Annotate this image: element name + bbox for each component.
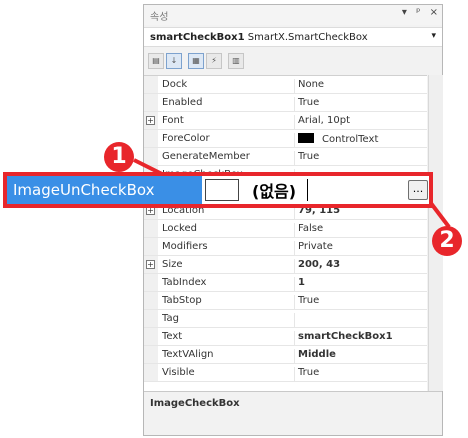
- image-preview-box: [205, 179, 239, 201]
- property-value-none[interactable]: (없음): [252, 178, 296, 202]
- text-caret: [307, 179, 308, 201]
- step-badge-one: 1: [104, 142, 134, 172]
- annotation-arrows: [133, 158, 451, 229]
- highlighted-property-row: ImageUnCheckBox (없음) ...: [3, 172, 433, 208]
- ellipsis-button[interactable]: ...: [408, 180, 428, 200]
- property-name-imageuncheckbox[interactable]: ImageUnCheckBox: [7, 176, 202, 204]
- step-badge-two: 2: [432, 226, 462, 256]
